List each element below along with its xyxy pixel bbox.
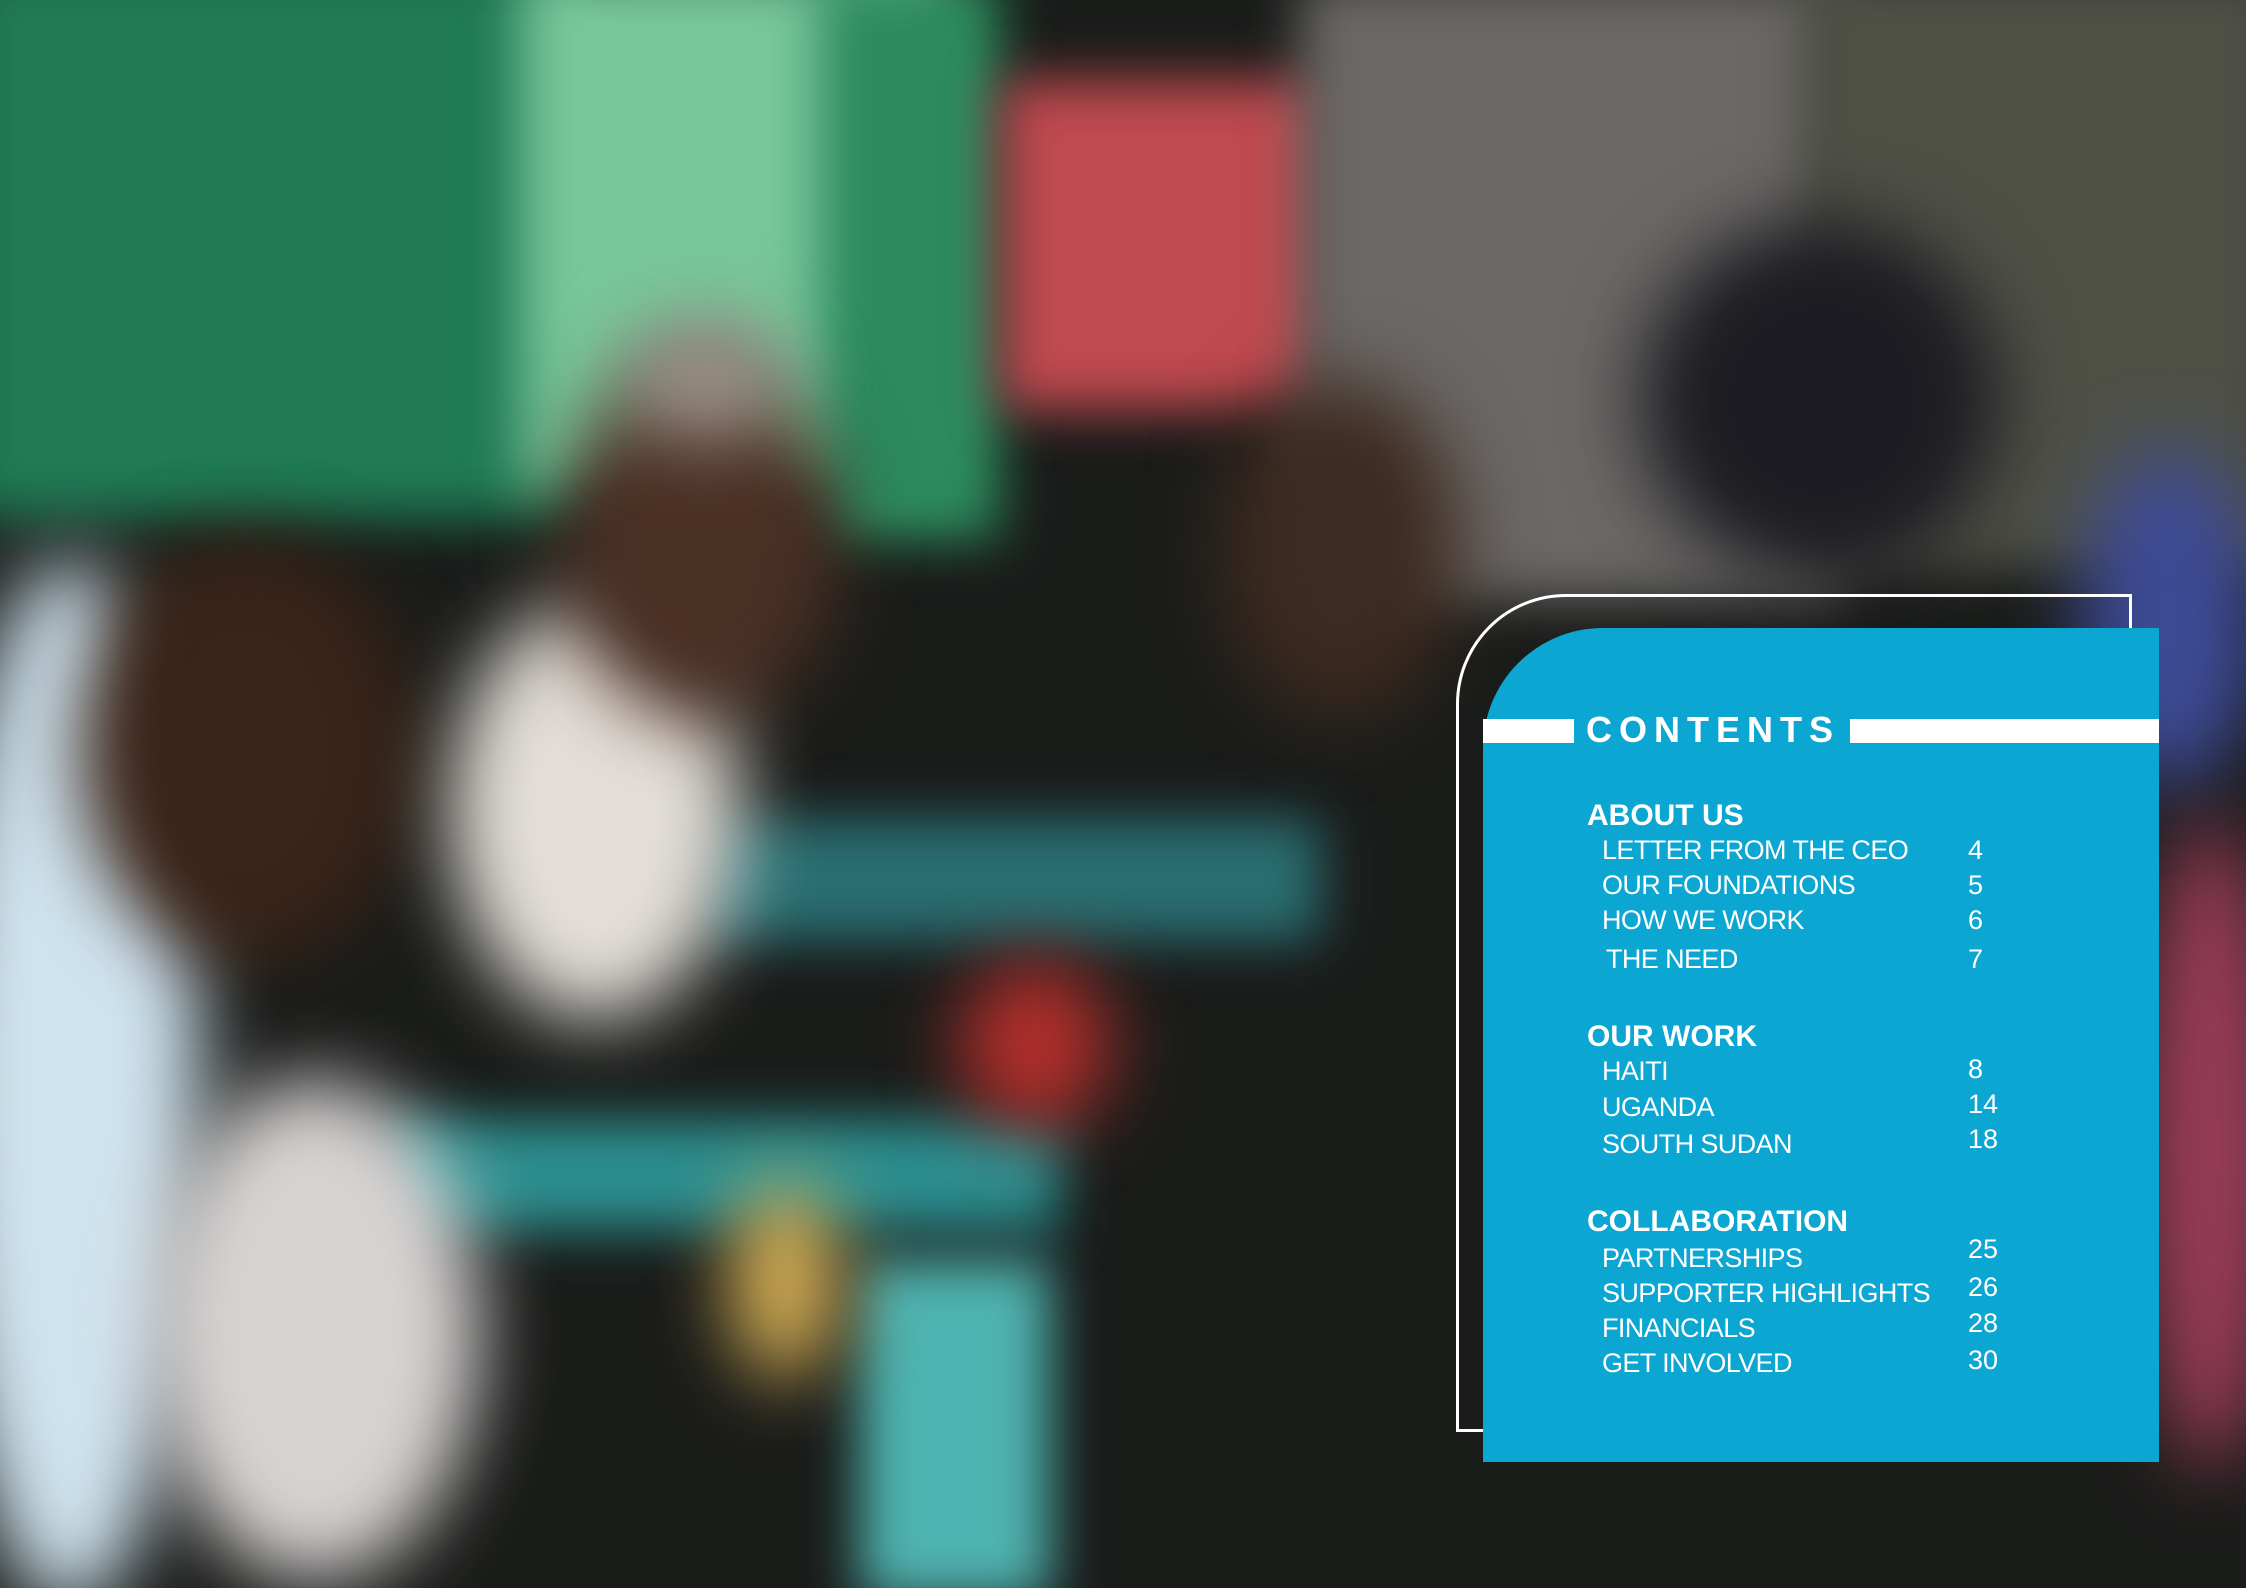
toc-item-uganda[interactable]: UGANDA xyxy=(1602,1090,1715,1124)
toc-item-partnerships[interactable]: PARTNERSHIPS xyxy=(1602,1241,1803,1275)
toc-page-number: 4 xyxy=(1968,835,1984,865)
section-heading-our-work: OUR WORK xyxy=(1587,1020,1757,1053)
toc-item-haiti[interactable]: HAITI xyxy=(1602,1054,1669,1088)
toc-page-number: 6 xyxy=(1968,905,1984,935)
contents-title: CONTENTS xyxy=(1586,709,1840,750)
section-heading-about-us: ABOUT US xyxy=(1587,799,1744,832)
toc-page-number: 30 xyxy=(1968,1345,1999,1375)
toc-item-how-we-work[interactable]: HOW WE WORK xyxy=(1602,903,1804,937)
toc-page-number: 18 xyxy=(1968,1124,1999,1154)
toc-item-letter-from-the-ceo[interactable]: LETTER FROM THE CEO xyxy=(1602,833,1909,867)
toc-item-get-involved[interactable]: GET INVOLVED xyxy=(1602,1346,1792,1380)
toc-item-supporter-highlights[interactable]: SUPPORTER HIGHLIGHTS xyxy=(1602,1276,1931,1310)
header-rule-right xyxy=(1850,719,2159,743)
toc-page-number: 5 xyxy=(1968,870,1984,900)
toc-page-number: 26 xyxy=(1968,1272,1999,1302)
toc-item-financials[interactable]: FINANCIALS xyxy=(1602,1311,1756,1345)
header-rule-left xyxy=(1483,719,1574,743)
section-heading-collaboration: COLLABORATION xyxy=(1587,1205,1849,1238)
toc-item-south-sudan[interactable]: SOUTH SUDAN xyxy=(1602,1127,1793,1161)
toc-item-the-need[interactable]: THE NEED xyxy=(1606,942,1738,976)
toc-page-number: 25 xyxy=(1968,1234,1999,1264)
toc-page-number: 8 xyxy=(1968,1054,1984,1084)
toc-page-number: 14 xyxy=(1968,1089,1999,1119)
toc-item-our-foundations[interactable]: OUR FOUNDATIONS xyxy=(1602,868,1856,902)
toc-page-number: 7 xyxy=(1968,944,1984,974)
toc-page-number: 28 xyxy=(1968,1308,1999,1338)
